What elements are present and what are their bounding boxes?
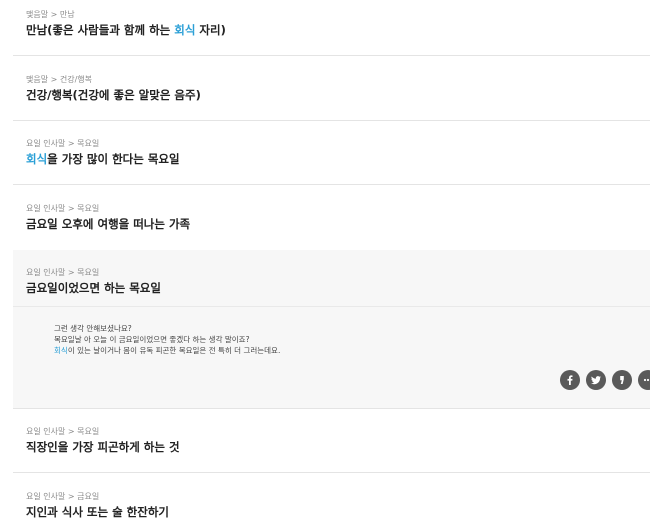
highlight-keyword: 회식 [54, 346, 68, 355]
item-title: 지인과 식사 또는 술 한잔하기 [26, 505, 169, 519]
facebook-share-button[interactable] [560, 370, 580, 390]
breadcrumb: 맺음말 > 건강/행복 [26, 75, 93, 84]
item-detail: 그런 생각 안해보셨나요? 목요일날 아 오늘 이 금요일이었으면 좋겠다 하는… [13, 307, 650, 408]
breadcrumb: 요일 인사말 > 금요일 [26, 492, 100, 501]
twitter-icon [591, 376, 601, 385]
divider [13, 55, 650, 56]
list-item[interactable]: 요일 인사말 > 목요일 회식을 가장 많이 한다는 목요일 [13, 139, 650, 167]
highlight-keyword: 회식 [26, 152, 48, 166]
divider [13, 184, 650, 185]
message-list: 맺음말 > 만남 만남(좋은 사람들과 함께 하는 회식 자리) 맺음말 > 건… [0, 0, 650, 531]
highlight-keyword: 회식 [174, 23, 196, 37]
facebook-icon [567, 375, 573, 385]
kakaostory-share-button[interactable] [612, 370, 632, 390]
list-item[interactable]: 요일 인사말 > 목요일 금요일 오후에 여행을 떠나는 가족 [13, 204, 650, 232]
item-title: 금요일이었으면 하는 목요일 [26, 281, 161, 295]
divider [13, 120, 650, 121]
share-buttons [560, 370, 650, 390]
breadcrumb: 요일 인사말 > 목요일 [26, 204, 100, 213]
detail-text: 목요일날 아 오늘 이 금요일이었으면 좋겠다 하는 생각 말이죠? [54, 335, 250, 344]
kakaostory-icon [620, 376, 624, 384]
item-title: 만남(좋은 사람들과 함께 하는 회식 자리) [26, 23, 226, 37]
divider [13, 408, 650, 409]
divider [13, 472, 650, 473]
list-item[interactable]: 요일 인사말 > 금요일 지인과 식사 또는 술 한잔하기 [13, 492, 650, 520]
breadcrumb: 맺음말 > 만남 [26, 10, 75, 19]
item-title: 건강/행복(건강에 좋은 알맞은 음주) [26, 88, 201, 102]
list-item[interactable]: 맺음말 > 만남 만남(좋은 사람들과 함께 하는 회식 자리) [13, 10, 650, 38]
detail-text: 그런 생각 안해보셨나요? [54, 324, 132, 333]
item-title: 직장인을 가장 피곤하게 하는 것 [26, 440, 180, 454]
item-title: 회식을 가장 많이 한다는 목요일 [26, 152, 180, 166]
more-share-icon [643, 378, 650, 382]
more-share-button[interactable] [638, 370, 650, 390]
twitter-share-button[interactable] [586, 370, 606, 390]
item-title: 금요일 오후에 여행을 떠나는 가족 [26, 217, 191, 231]
breadcrumb: 요일 인사말 > 목요일 [26, 139, 100, 148]
list-item[interactable]: 맺음말 > 건강/행복 건강/행복(건강에 좋은 알맞은 음주) [13, 75, 650, 103]
breadcrumb: 요일 인사말 > 목요일 [26, 427, 100, 436]
detail-text: 회식이 있는 날이거나 몸이 유독 피곤한 목요일은 전 특히 더 그러는데요. [54, 346, 281, 355]
breadcrumb: 요일 인사말 > 목요일 [26, 268, 100, 277]
list-item-expanded[interactable]: 요일 인사말 > 목요일 금요일이었으면 하는 목요일 [13, 250, 650, 306]
list-item[interactable]: 요일 인사말 > 목요일 직장인을 가장 피곤하게 하는 것 [13, 427, 650, 455]
